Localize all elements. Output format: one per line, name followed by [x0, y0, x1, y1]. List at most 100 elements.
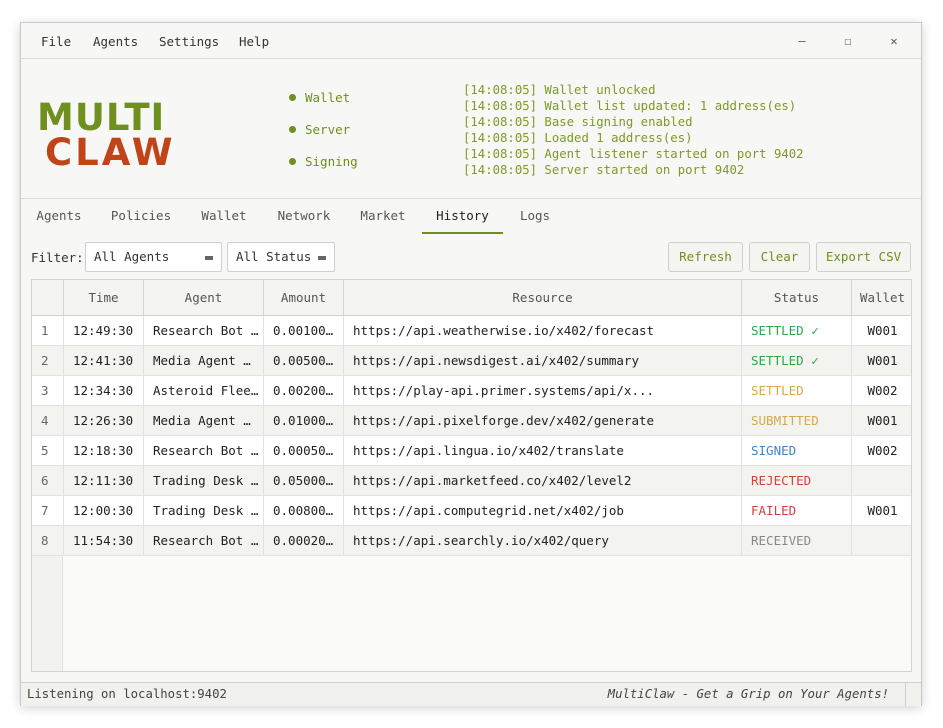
- history-table: Time Agent Amount Resource Status Wallet…: [31, 279, 912, 672]
- cell-amount: 0.00050…: [264, 436, 344, 465]
- cell-wallet: [852, 466, 911, 495]
- col-header-status[interactable]: Status: [742, 280, 852, 316]
- col-header-index: [32, 280, 64, 316]
- logo-line-2: CLAW: [45, 131, 176, 175]
- cell-agent: Research Bot …: [144, 316, 264, 345]
- table-row[interactable]: 7 12:00:30 Trading Desk … 0.00800… https://a…: [32, 496, 911, 526]
- filter-label: Filter:: [31, 250, 84, 265]
- table-row[interactable]: 4 12:26:30 Media Agent … 0.01000… https://ap…: [32, 406, 911, 436]
- status-filter-value: All Status: [236, 249, 312, 264]
- minimize-button[interactable]: —: [789, 32, 815, 50]
- cell-status: SETTLED ✓: [742, 346, 852, 375]
- log-line: [14:08:05] Wallet unlocked: [463, 83, 656, 97]
- col-header-wallet[interactable]: Wallet: [852, 280, 911, 316]
- table-row[interactable]: 6 12:11:30 Trading Desk … 0.05000… https://a…: [32, 466, 911, 496]
- table-row[interactable]: 3 12:34:30 Asteroid Flee… 0.00200… https://p…: [32, 376, 911, 406]
- tab-history[interactable]: History: [422, 200, 503, 234]
- log-line: [14:08:05] Base signing enabled: [463, 115, 693, 129]
- tab-market[interactable]: Market: [351, 200, 415, 234]
- col-header-agent[interactable]: Agent: [144, 280, 264, 316]
- log-line: [14:08:05] Agent listener started on por…: [463, 147, 804, 161]
- cell-resource: https://api.computegrid.net/x402/job: [344, 496, 742, 525]
- cell-time: 12:18:30: [64, 436, 144, 465]
- status-dot-icon: [289, 158, 296, 165]
- export-csv-button[interactable]: Export CSV: [816, 242, 911, 272]
- cell-amount: 0.00100…: [264, 316, 344, 345]
- tab-logs[interactable]: Logs: [511, 200, 559, 234]
- table-row[interactable]: 8 11:54:30 Research Bot … 0.00020… https://a…: [32, 526, 911, 556]
- tab-wallet[interactable]: Wallet: [191, 200, 257, 234]
- cell-time: 12:41:30: [64, 346, 144, 375]
- table-row[interactable]: 5 12:18:30 Research Bot … 0.00050… https://a…: [32, 436, 911, 466]
- cell-index: 3: [32, 376, 64, 405]
- cell-agent: Trading Desk …: [144, 496, 264, 525]
- status-label: Signing: [305, 154, 358, 169]
- status-dot-icon: [289, 94, 296, 101]
- menu-settings[interactable]: Settings: [159, 34, 219, 49]
- cell-time: 12:00:30: [64, 496, 144, 525]
- menu-file[interactable]: File: [41, 34, 71, 49]
- cell-resource: https://api.lingua.io/x402/translate: [344, 436, 742, 465]
- col-header-resource[interactable]: Resource: [344, 280, 742, 316]
- cell-amount: 0.00500…: [264, 346, 344, 375]
- app-logo: MULTI CLAW: [37, 99, 176, 175]
- status-dot-icon: [289, 126, 296, 133]
- cell-status: REJECTED: [742, 466, 852, 495]
- close-button[interactable]: ✕: [881, 32, 907, 50]
- cell-wallet: W001: [867, 503, 898, 518]
- cell-time: 12:26:30: [64, 406, 144, 435]
- cell-index: 8: [32, 526, 64, 555]
- tab-network[interactable]: Network: [269, 200, 339, 234]
- cell-time: 12:49:30: [64, 316, 144, 345]
- cell-agent: Asteroid Flee…: [144, 376, 264, 405]
- cell-status: SUBMITTED: [742, 406, 852, 435]
- cell-wallet: W002: [867, 383, 898, 398]
- agent-filter-value: All Agents: [94, 249, 170, 264]
- col-header-time[interactable]: Time: [64, 280, 144, 316]
- status-signing: Signing: [289, 154, 358, 169]
- tab-policies[interactable]: Policies: [105, 200, 177, 234]
- log-line: [14:08:05] Server started on port 9402: [463, 163, 745, 177]
- status-filter-select[interactable]: All Status: [227, 242, 335, 272]
- refresh-button[interactable]: Refresh: [668, 242, 743, 272]
- cell-index: 5: [32, 436, 64, 465]
- cell-resource: https://api.newsdigest.ai/x402/summary: [344, 346, 742, 375]
- tab-agents[interactable]: Agents: [25, 200, 93, 234]
- status-bar-text: Listening on localhost:9402: [27, 687, 227, 701]
- status-bar: Listening on localhost:9402 MultiClaw - …: [21, 682, 921, 706]
- table-header: Time Agent Amount Resource Status Wallet: [32, 280, 911, 316]
- cell-status: RECEIVED: [742, 526, 852, 555]
- cell-amount: 0.05000…: [264, 466, 344, 495]
- table-row[interactable]: 1 12:49:30 Research Bot … 0.00100… https://a…: [32, 316, 911, 346]
- dropdown-icon: [205, 256, 213, 260]
- menu-agents[interactable]: Agents: [93, 34, 138, 49]
- app-window: File Agents Settings Help — ☐ ✕ MULTI CL…: [20, 22, 922, 706]
- maximize-button[interactable]: ☐: [835, 32, 861, 50]
- cell-index: 2: [32, 346, 64, 375]
- col-header-amount[interactable]: Amount: [264, 280, 344, 316]
- cell-wallet: W001: [867, 323, 898, 338]
- log-line: [14:08:05] Wallet list updated: 1 addres…: [463, 99, 797, 113]
- resize-grip-icon[interactable]: [905, 683, 921, 706]
- activity-log: [14:08:05] Wallet unlocked [14:08:05] Wa…: [463, 82, 804, 178]
- cell-wallet: W001: [867, 413, 898, 428]
- cell-agent: Media Agent …: [144, 346, 264, 375]
- cell-index: 1: [32, 316, 64, 345]
- clear-button[interactable]: Clear: [749, 242, 810, 272]
- cell-agent: Trading Desk …: [144, 466, 264, 495]
- cell-status: FAILED: [742, 496, 852, 525]
- log-line: [14:08:05] Loaded 1 address(es): [463, 131, 693, 145]
- status-server: Server: [289, 122, 350, 137]
- table-row[interactable]: 2 12:41:30 Media Agent … 0.00500… https://ap…: [32, 346, 911, 376]
- status-bar-tagline: MultiClaw - Get a Grip on Your Agents!: [607, 687, 889, 701]
- cell-resource: https://play-api.primer.systems/api/x...: [344, 376, 742, 405]
- menu-help[interactable]: Help: [239, 34, 269, 49]
- cell-wallet: [852, 526, 911, 555]
- table-empty-area: [63, 556, 911, 671]
- agent-filter-select[interactable]: All Agents: [85, 242, 222, 272]
- status-wallet: Wallet: [289, 90, 350, 105]
- header-panel: MULTI CLAW Wallet Server Signing [14:08:…: [21, 60, 921, 199]
- cell-status: SETTLED: [742, 376, 852, 405]
- cell-status: SETTLED ✓: [742, 316, 852, 345]
- tab-bar: Agents Policies Wallet Network Market Hi…: [21, 200, 921, 234]
